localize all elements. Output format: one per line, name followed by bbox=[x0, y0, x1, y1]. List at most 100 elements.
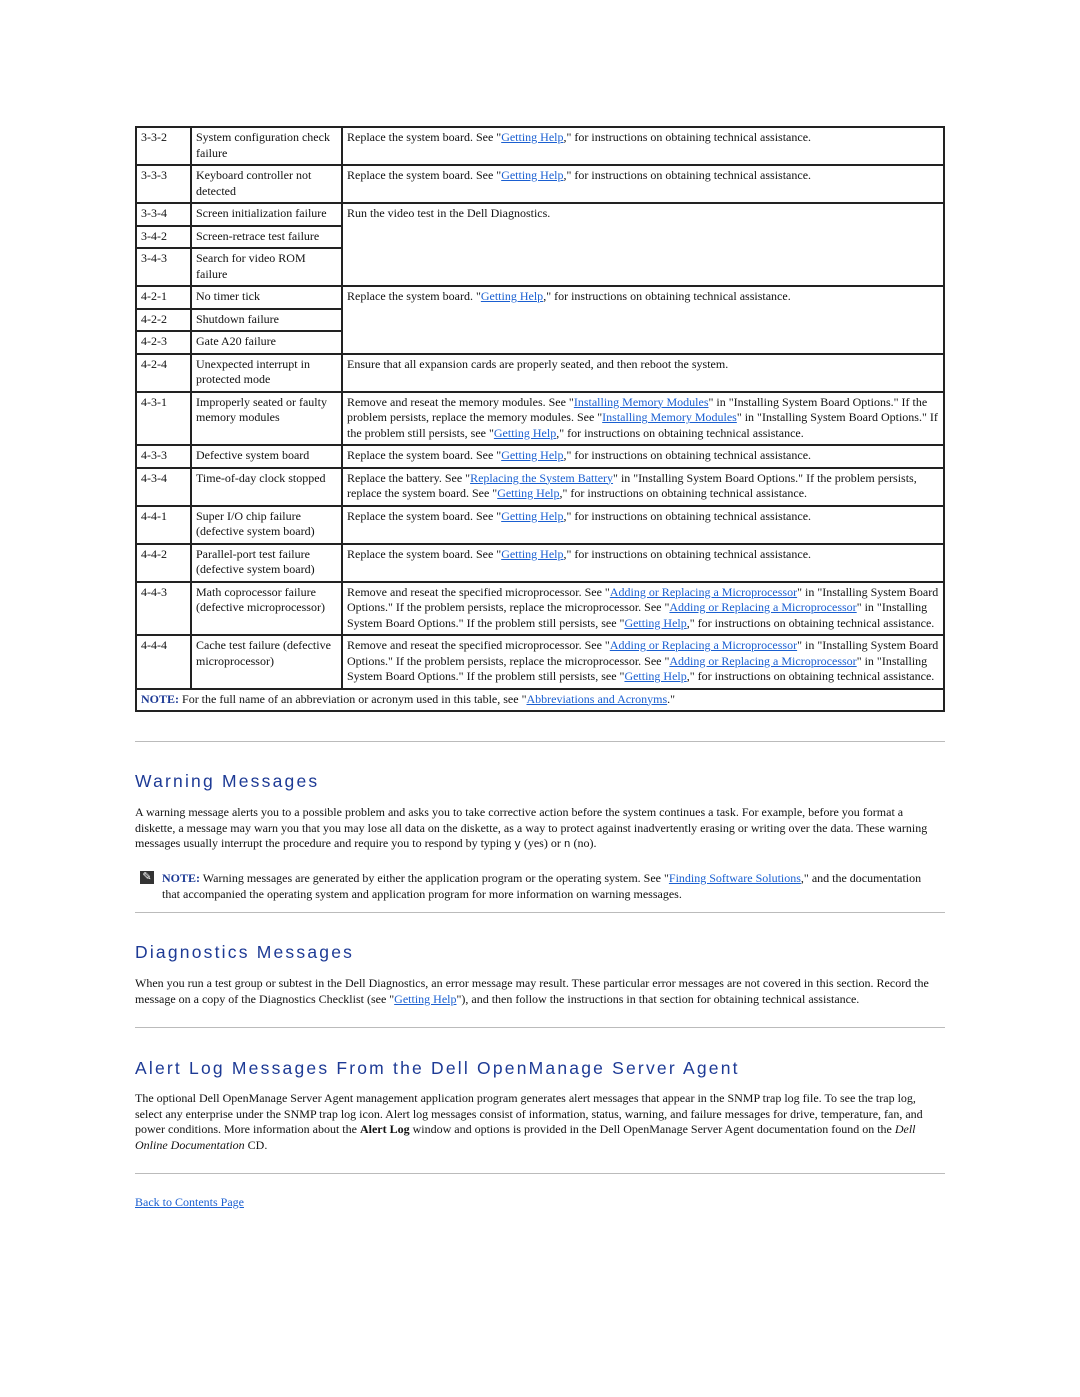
text: "), and then follow the instructions in … bbox=[456, 991, 860, 1006]
table-row: 3-3-2 System configuration check failure R… bbox=[135, 126, 945, 166]
problem-description: Unexpected interrupt in protected mode bbox=[190, 352, 343, 393]
link-getting-help[interactable]: Getting Help bbox=[501, 509, 563, 523]
link-replacing-the-system-battery[interactable]: Replacing the System Battery bbox=[470, 471, 613, 485]
text: For the full name of an abbreviation or … bbox=[179, 691, 527, 706]
table-row: 4-4-3 Math coprocessor failure (defective… bbox=[135, 580, 945, 636]
text: Warning messages are generated by either… bbox=[200, 871, 669, 885]
corrective-action: Remove and reseat the specified micropro… bbox=[341, 634, 945, 690]
table-row: 4-3-4 Time-of-day clock stopped Replace th… bbox=[135, 466, 945, 507]
warning-note: NOTE: Warning messages are generated by … bbox=[162, 871, 942, 902]
table-note-row: NOTE: For the full name of an abbreviati… bbox=[135, 687, 945, 712]
corrective-action: Replace the system board. See "Getting H… bbox=[341, 444, 945, 469]
beep-code: 3-3-2 bbox=[135, 126, 192, 166]
text: window and options is provided in the De… bbox=[409, 1122, 895, 1136]
link-getting-help[interactable]: Getting Help bbox=[497, 486, 559, 500]
table-row: 4-4-1 Super I/O chip failure (defective s… bbox=[135, 504, 945, 545]
problem-description: No timer tick bbox=[190, 285, 343, 310]
table-row: 4-3-1 Improperly seated or faulty memory … bbox=[135, 390, 945, 446]
beep-code: 4-2-3 bbox=[135, 330, 192, 355]
link-getting-help[interactable]: Getting Help bbox=[501, 547, 563, 561]
corrective-action: Replace the battery. See "Replacing the … bbox=[341, 466, 945, 507]
text: Ensure that all expansion cards are prop… bbox=[347, 356, 729, 371]
typed-key: y bbox=[514, 839, 521, 851]
link-adding-or-replacing-a-microprocessor[interactable]: Adding or Replacing a Microprocessor bbox=[669, 600, 856, 614]
text: ," for instructions on obtaining technic… bbox=[543, 289, 791, 303]
corrective-action: Run the video test in the Dell Diagnosti… bbox=[341, 202, 945, 287]
problem-description: Screen initialization failure bbox=[190, 202, 343, 227]
text: (yes) or bbox=[520, 836, 564, 850]
beep-code: 4-4-4 bbox=[135, 634, 192, 690]
problem-description: Keyboard controller not detected bbox=[190, 164, 343, 204]
link-abbreviations-and-acronyms[interactable]: Abbreviations and Acronyms bbox=[526, 692, 667, 706]
text: Replace the system board. " bbox=[347, 289, 481, 303]
text: Replace the system board. See " bbox=[347, 508, 502, 523]
text: ," for instructions on obtaining technic… bbox=[563, 130, 812, 144]
link-getting-help[interactable]: Getting Help bbox=[494, 426, 556, 440]
bold-text: Alert Log bbox=[359, 1122, 410, 1136]
text: Replace the battery. See " bbox=[347, 470, 471, 485]
link-installing-memory-modules[interactable]: Installing Memory Modules bbox=[602, 410, 737, 424]
beep-code: 3-3-3 bbox=[135, 164, 192, 204]
beep-code-table: 3-3-2 System configuration check failure R… bbox=[135, 126, 945, 712]
text: CD. bbox=[244, 1137, 268, 1152]
divider bbox=[135, 1027, 945, 1028]
link-finding-software-solutions[interactable]: Finding Software Solutions bbox=[669, 871, 801, 885]
divider bbox=[135, 741, 945, 742]
corrective-action: Replace the system board. See "Getting H… bbox=[341, 126, 945, 166]
text: Remove and reseat the specified micropro… bbox=[347, 584, 610, 599]
beep-code: 4-3-3 bbox=[135, 444, 192, 469]
beep-code: 4-3-1 bbox=[135, 390, 192, 446]
table-row: 3-3-4 Screen initialization failure Run th… bbox=[135, 202, 945, 287]
text: ," for instructions on obtaining technic… bbox=[563, 508, 812, 523]
link-getting-help[interactable]: Getting Help bbox=[501, 448, 563, 462]
corrective-action: Remove and reseat the memory modules. Se… bbox=[341, 390, 945, 446]
corrective-action: Replace the system board. See "Getting H… bbox=[341, 504, 945, 545]
note-pencil-icon: ✎ bbox=[140, 871, 154, 884]
link-getting-help[interactable]: Getting Help bbox=[624, 669, 686, 683]
text: Run the video test in the Dell Diagnosti… bbox=[347, 206, 551, 220]
link-getting-help[interactable]: Getting Help bbox=[501, 130, 563, 144]
beep-code: 4-2-4 bbox=[135, 352, 192, 393]
corrective-action: Remove and reseat the specified micropro… bbox=[341, 580, 945, 636]
text: ," for instructions on obtaining technic… bbox=[686, 669, 935, 683]
corrective-action: Replace the system board. See "Getting H… bbox=[341, 542, 945, 583]
problem-description: Screen-retrace test failure bbox=[190, 224, 343, 249]
note-label: NOTE: bbox=[162, 871, 201, 885]
diagnostics-body: When you run a test group or subtest in … bbox=[135, 976, 940, 1007]
problem-description: Defective system board bbox=[190, 444, 343, 469]
beep-code: 4-2-1 bbox=[135, 285, 192, 310]
beep-code: 4-4-1 bbox=[135, 504, 192, 545]
link-adding-or-replacing-a-microprocessor[interactable]: Adding or Replacing a Microprocessor bbox=[669, 654, 856, 668]
table-row: 4-3-3 Defective system board Replace the s… bbox=[135, 444, 945, 469]
problem-description: Shutdown failure bbox=[190, 307, 343, 332]
text: Replace the system board. See " bbox=[347, 546, 502, 561]
corrective-action: Replace the system board. See "Getting H… bbox=[341, 164, 945, 204]
text: Replace the system board. See " bbox=[347, 448, 502, 462]
beep-code: 3-4-3 bbox=[135, 247, 192, 287]
link-getting-help[interactable]: Getting Help bbox=[501, 168, 563, 182]
problem-description: Math coprocessor failure (defective micr… bbox=[190, 580, 343, 636]
link-adding-or-replacing-a-microprocessor[interactable]: Adding or Replacing a Microprocessor bbox=[610, 638, 797, 652]
link-getting-help[interactable]: Getting Help bbox=[394, 992, 456, 1006]
link-getting-help[interactable]: Getting Help bbox=[624, 616, 686, 630]
note-label: NOTE: bbox=[141, 691, 180, 706]
table-row: 4-2-1 No timer tick Replace the system boa… bbox=[135, 285, 945, 355]
text: Remove and reseat the memory modules. Se… bbox=[347, 394, 574, 409]
problem-description: Gate A20 failure bbox=[190, 330, 343, 355]
beep-code: 4-4-3 bbox=[135, 580, 192, 636]
problem-description: System configuration check failure bbox=[190, 126, 343, 166]
corrective-action: Replace the system board. "Getting Help,… bbox=[341, 285, 945, 355]
beep-code: 4-4-2 bbox=[135, 542, 192, 583]
link-installing-memory-modules[interactable]: Installing Memory Modules bbox=[574, 395, 709, 409]
link-adding-or-replacing-a-microprocessor[interactable]: Adding or Replacing a Microprocessor bbox=[610, 585, 797, 599]
text: ," for instructions on obtaining technic… bbox=[559, 486, 808, 500]
warning-messages-heading: Warning Messages bbox=[135, 771, 320, 791]
text: ," for instructions on obtaining technic… bbox=[686, 615, 935, 630]
beep-code-table-container: 3-3-2 System configuration check failure R… bbox=[135, 126, 945, 712]
text: ," for instructions on obtaining technic… bbox=[563, 448, 812, 462]
text: ," for instructions on obtaining technic… bbox=[563, 168, 812, 182]
back-to-contents-link[interactable]: Back to Contents Page bbox=[135, 1195, 244, 1211]
table-row: 4-4-2 Parallel-port test failure (defecti… bbox=[135, 542, 945, 583]
link-getting-help[interactable]: Getting Help bbox=[481, 289, 543, 303]
beep-code: 4-3-4 bbox=[135, 466, 192, 507]
